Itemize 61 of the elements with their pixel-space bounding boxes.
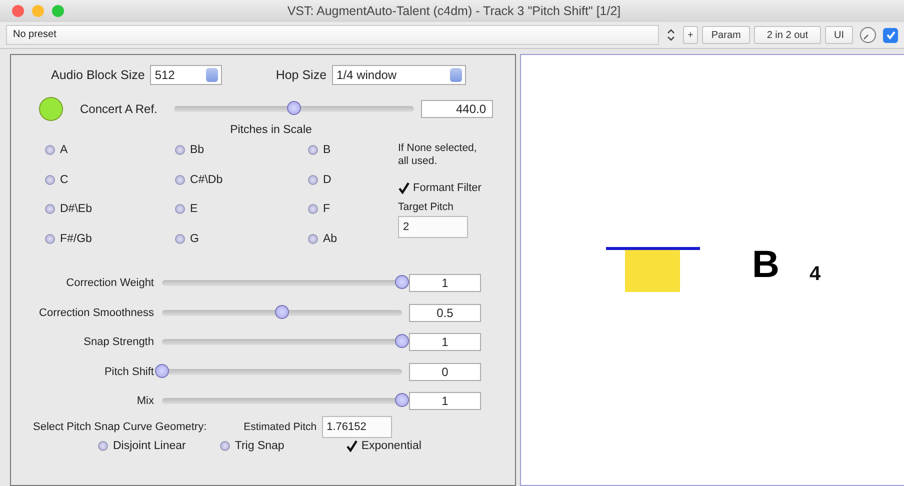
window-title: VST: AugmentAuto-Talent (c4dm) - Track 3 "Pitch Shift" [1/2] (286, 4, 622, 18)
enable-checkbox[interactable] (883, 28, 898, 42)
pitch-radio[interactable]: F (308, 201, 330, 217)
value-field[interactable]: 1 (409, 392, 481, 410)
pitch-radio[interactable]: A (45, 142, 68, 158)
stepper-icon[interactable] (664, 27, 677, 43)
pitch-radio[interactable]: D#\Eb (45, 201, 92, 217)
target-pitch-label: Target Pitch (398, 201, 454, 213)
value-field[interactable]: 1 (409, 274, 481, 292)
slider-thumb[interactable] (287, 101, 301, 115)
pitch-radio[interactable]: B (308, 142, 331, 158)
value-field[interactable]: 1 (409, 333, 481, 351)
pitch-radio[interactable]: G (175, 230, 199, 246)
hop-size-select[interactable]: 1/4 window (332, 65, 466, 85)
slider-label: Mix (136, 395, 155, 407)
estimated-pitch-label: Estimated Pitch (244, 421, 317, 433)
preset-dropdown[interactable]: No preset (6, 25, 659, 45)
pitch-radio[interactable]: F#/Gb (45, 230, 92, 246)
io-button[interactable]: 2 in 2 out (754, 26, 821, 44)
concert-label: Concert A Ref. (80, 102, 158, 116)
hop-size-label: Hop Size (276, 68, 327, 82)
slider-label: Correction Weight (65, 277, 155, 289)
add-button[interactable]: + (682, 26, 698, 44)
slider-thumb[interactable] (395, 393, 409, 407)
section-title: Pitches in Scale (229, 124, 313, 136)
pitch-radio[interactable]: C#\Db (175, 172, 223, 188)
curve-radio[interactable]: Trig Snap (220, 438, 284, 454)
value-field[interactable]: 0 (409, 362, 481, 380)
hint-text: If None selected, all used. (398, 142, 478, 168)
checkmark-icon (346, 440, 358, 452)
slider-thumb[interactable] (155, 364, 169, 378)
pitch-radio[interactable]: E (175, 201, 198, 217)
value-field[interactable]: 440.0 (421, 100, 493, 118)
target-pitch-field[interactable]: 2 (398, 216, 468, 238)
estimated-pitch-field: 1.76152 (322, 416, 392, 438)
status-indicator (39, 97, 63, 121)
slider-thumb[interactable] (395, 275, 409, 289)
slider-label: Snap Strength (82, 336, 155, 348)
slider-label: Pitch Shift (103, 366, 155, 378)
curve-radio[interactable]: Disjoint Linear (98, 438, 186, 454)
pitch-radio[interactable]: Bb (175, 142, 204, 158)
slider-label: Correction Smoothness (38, 306, 155, 318)
slider-thumb[interactable] (395, 334, 409, 348)
pitch-radio[interactable]: D (308, 172, 332, 188)
block-size-label: Audio Block Size (51, 68, 145, 82)
geometry-label: Select Pitch Snap Curve Geometry: (33, 421, 207, 433)
note-name: B (752, 244, 780, 286)
octave-number: 4 (809, 262, 821, 286)
ui-button[interactable]: UI (825, 26, 853, 44)
param-button[interactable]: Param (702, 26, 750, 44)
checkmark-icon (398, 182, 410, 194)
slider-thumb[interactable] (275, 304, 289, 318)
zoom-button[interactable] (52, 5, 64, 17)
block-size-select[interactable]: 512 (150, 65, 222, 85)
curve-checkbox[interactable]: Exponential (346, 440, 422, 452)
knob-icon[interactable] (859, 26, 877, 44)
pitch-radio[interactable]: Ab (308, 230, 338, 246)
close-button[interactable] (12, 5, 24, 17)
formant-checkbox[interactable]: Formant Filter (398, 182, 482, 194)
pitch-radio[interactable]: C (45, 172, 68, 188)
value-field[interactable]: 0.5 (409, 304, 481, 322)
